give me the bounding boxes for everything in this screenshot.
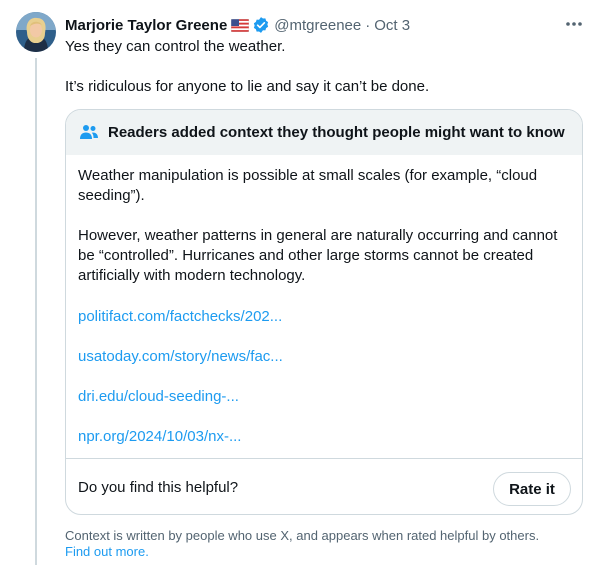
community-note-heading: Readers added context they thought peopl… <box>108 123 565 141</box>
note-divider <box>66 458 582 459</box>
note-footer: Context is written by people who use X, … <box>65 528 585 560</box>
separator-dot: · <box>365 16 371 34</box>
thread-line <box>35 58 37 565</box>
footer-text: Context is written by people who use X, … <box>65 528 540 543</box>
us-flag-icon <box>231 18 250 32</box>
post-header: Marjorie Taylor Greene @mtgreenee · Oct … <box>65 15 410 35</box>
post-text-line-1: Yes they can control the weather. <box>65 38 286 55</box>
author-handle[interactable]: @mtgreenee <box>274 17 361 34</box>
author-name[interactable]: Marjorie Taylor Greene <box>65 17 227 34</box>
avatar[interactable] <box>16 12 56 52</box>
community-note-header[interactable]: Readers added context they thought peopl… <box>66 110 582 155</box>
post-date[interactable]: Oct 3 <box>374 17 410 34</box>
community-note-card: Readers added context they thought peopl… <box>65 109 583 515</box>
note-paragraph-1: Weather manipulation is possible at smal… <box>78 167 538 204</box>
find-out-more-link[interactable]: Find out more. <box>65 544 149 559</box>
source-link-dri[interactable]: dri.edu/cloud-seeding-... <box>78 387 239 407</box>
helpful-question: Do you find this helpful? <box>78 479 239 496</box>
more-options-icon[interactable] <box>562 14 586 34</box>
source-link-npr[interactable]: npr.org/2024/10/03/nx-... <box>78 427 241 447</box>
rate-it-button[interactable]: Rate it <box>493 472 571 506</box>
source-link-politifact[interactable]: politifact.com/factchecks/202... <box>78 307 282 327</box>
community-note-body: Weather manipulation is possible at smal… <box>78 166 568 306</box>
verified-badge-icon[interactable] <box>252 16 270 34</box>
source-link-usatoday[interactable]: usatoday.com/story/news/fac... <box>78 347 283 367</box>
note-paragraph-2: However, weather patterns in general are… <box>78 227 558 284</box>
people-icon <box>79 123 99 141</box>
post-text-line-2: It’s ridiculous for anyone to lie and sa… <box>65 78 430 95</box>
